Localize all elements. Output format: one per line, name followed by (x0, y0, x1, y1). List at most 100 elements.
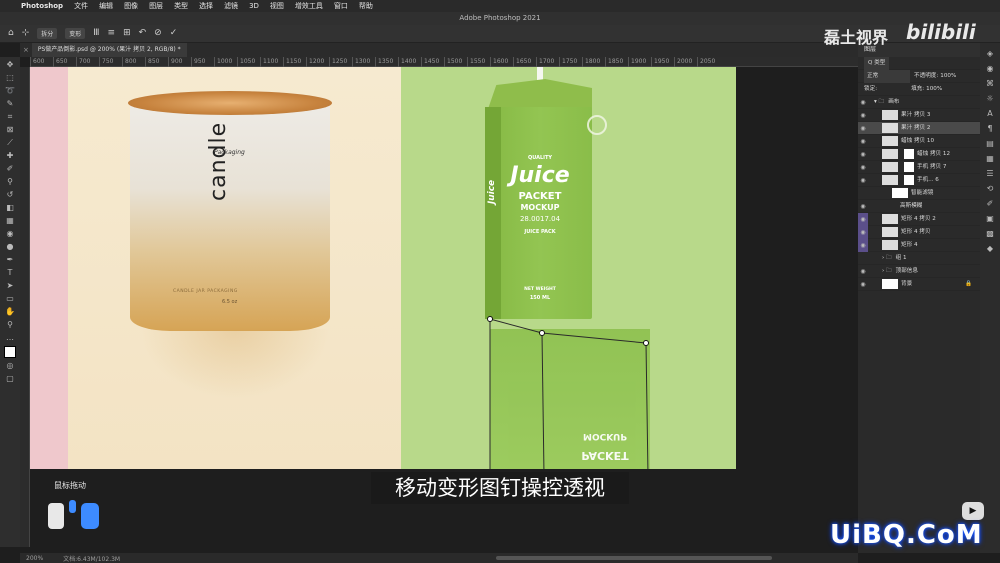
path-select-icon[interactable]: ➤ (7, 281, 14, 291)
menu-type[interactable]: 类型 (174, 1, 188, 11)
properties-icon[interactable]: ☰ (986, 169, 993, 178)
fill-value[interactable]: 100% (926, 83, 942, 96)
layer-row[interactable]: ◉ 手机 拷贝 7 (858, 161, 980, 174)
menu-layer[interactable]: 图层 (149, 1, 163, 11)
warp-pin-top-left[interactable] (487, 316, 493, 322)
layer-row[interactable]: ◉ 矩形 4 拷贝 2 (858, 212, 980, 226)
stamp-tool-icon[interactable]: ⚲ (7, 177, 13, 187)
eraser-icon[interactable]: ◧ (6, 203, 14, 213)
tool-preset-icon[interactable]: ⊹ (22, 29, 30, 38)
adjust-icon[interactable]: ☼ (986, 94, 993, 103)
dodge-icon[interactable]: ● (7, 242, 14, 252)
history-brush-icon[interactable]: ↺ (7, 190, 14, 200)
eye-icon[interactable]: ◉ (858, 225, 868, 239)
home-icon[interactable]: ⌂ (8, 29, 14, 38)
layer-row[interactable]: ◉ 蜡烛 拷贝 10 (858, 135, 980, 148)
move-tool-icon[interactable]: ✥ (7, 60, 14, 70)
marquee-tool-icon[interactable]: ⬚ (6, 73, 14, 83)
screen-mode-icon[interactable]: ▢ (6, 374, 14, 384)
eye-icon[interactable]: ◉ (858, 148, 868, 161)
close-tab-icon[interactable]: × (20, 46, 32, 54)
eye-icon[interactable]: ◉ (858, 238, 868, 252)
channels-icon[interactable]: ◉ (987, 64, 994, 73)
paths-icon[interactable]: ⌘ (986, 79, 994, 88)
layer-row[interactable]: ◉ › 🗀 顶部信息 (858, 265, 980, 278)
zoom-level[interactable]: 200% (26, 555, 43, 562)
healing-icon[interactable]: ✚ (7, 151, 14, 161)
menu-view[interactable]: 视图 (270, 1, 284, 11)
blur-icon[interactable]: ◉ (7, 229, 14, 239)
eye-icon[interactable]: ◉ (858, 135, 868, 148)
history-icon[interactable]: ⟲ (987, 184, 994, 193)
gradient-icon[interactable]: ▦ (6, 216, 14, 226)
layer-row[interactable]: ◉ 背景 🔒 (858, 278, 980, 291)
patterns-icon[interactable]: ▩ (986, 229, 994, 238)
eye-icon[interactable]: ◉ (858, 212, 868, 226)
eye-icon[interactable]: ◉ (858, 161, 868, 174)
frame-tool-icon[interactable]: ⊠ (7, 125, 14, 135)
layer-row[interactable]: ◉ ▾ 🗀 画布 (858, 96, 980, 109)
libraries-icon[interactable]: ▦ (986, 154, 994, 163)
warp-pin-top-right[interactable] (643, 340, 649, 346)
shapes-icon[interactable]: ◆ (987, 244, 993, 253)
grid-custom-icon[interactable]: ⊞ (123, 29, 131, 38)
grid-rows-icon[interactable]: ≡ (108, 29, 116, 38)
styles-icon[interactable]: ▤ (986, 139, 994, 148)
menu-plugins[interactable]: 增效工具 (295, 1, 323, 11)
color-swatch-icon[interactable] (4, 346, 16, 358)
reset-icon[interactable]: ↶ (139, 29, 147, 38)
app-menu[interactable]: Photoshop (21, 2, 63, 10)
warp-button[interactable]: 变形 (65, 28, 86, 39)
layer-row[interactable]: ◉ 矩形 4 (858, 238, 980, 252)
quick-select-icon[interactable]: ✎ (7, 99, 14, 109)
brush-tool-icon[interactable]: ✐ (7, 164, 14, 174)
zoom-tool-icon[interactable]: ⚲ (7, 320, 13, 330)
brushes-icon[interactable]: ✐ (987, 199, 994, 208)
layer-row[interactable]: ◉ 矩形 4 拷贝 (858, 225, 980, 239)
menu-window[interactable]: 窗口 (334, 1, 348, 11)
eye-icon[interactable]: ◉ (858, 265, 868, 278)
grid-icon[interactable]: Ⅲ (93, 29, 99, 38)
crop-tool-icon[interactable]: ⌗ (8, 112, 13, 122)
eye-icon[interactable]: ◉ (858, 174, 868, 187)
horizontal-scrollbar[interactable] (496, 556, 772, 560)
swatches-icon[interactable]: ▣ (986, 214, 994, 223)
document-tab[interactable]: PS做产品倒影.psd @ 200% (果汁 拷贝 2, RGB/8) * (31, 43, 187, 57)
warp-pin-top-mid[interactable] (539, 330, 545, 336)
pen-tool-icon[interactable]: ✒ (7, 255, 14, 265)
layers-panel-icon[interactable]: ◈ (987, 49, 993, 58)
eye-icon[interactable]: ◉ (858, 122, 868, 135)
menu-image[interactable]: 图像 (124, 1, 138, 11)
eye-icon[interactable]: ◉ (858, 109, 868, 122)
commit-icon[interactable]: ✓ (170, 29, 178, 38)
document-canvas[interactable]: Packaging candle CANDLE JAR PACKAGING 6.… (30, 67, 736, 469)
blend-mode-select[interactable]: 正常 (864, 69, 910, 83)
layer-row[interactable]: ◉ 果汁 拷贝 3 (858, 109, 980, 122)
menu-select[interactable]: 选择 (199, 1, 213, 11)
layer-row-selected[interactable]: ◉ 果汁 拷贝 2 (858, 122, 980, 135)
layer-row[interactable]: ◉ 高斯模糊 (858, 200, 980, 213)
layer-row[interactable]: ◉ 蜡烛 拷贝 12 (858, 148, 980, 161)
menu-3d[interactable]: 3D (249, 2, 259, 10)
cancel-icon[interactable]: ⊘ (154, 29, 162, 38)
opacity-value[interactable]: 100% (940, 70, 956, 83)
menu-help[interactable]: 帮助 (359, 1, 373, 11)
layer-row[interactable]: ◉ 手机... 6 (858, 174, 980, 187)
layer-kind-select[interactable]: Q 类型 (864, 56, 890, 70)
menu-edit[interactable]: 编辑 (99, 1, 113, 11)
shape-tool-icon[interactable]: ▭ (6, 294, 14, 304)
eye-icon[interactable]: ◉ (858, 96, 868, 109)
eye-icon[interactable]: ◉ (858, 200, 868, 213)
type-tool-icon[interactable]: T (8, 268, 13, 278)
layer-row[interactable]: › 🗀 组 1 (858, 252, 980, 265)
hand-tool-icon[interactable]: ✋ (5, 307, 15, 317)
layer-row[interactable]: 智能滤镜 (858, 187, 980, 200)
quick-mask-icon[interactable]: ◎ (7, 361, 14, 371)
paragraph-icon[interactable]: ¶ (987, 124, 992, 133)
play-icon[interactable]: ▶ (962, 502, 984, 520)
eye-icon[interactable]: ◉ (858, 278, 868, 291)
more-tools-icon[interactable]: … (6, 333, 14, 343)
doc-size[interactable]: 文档:6.43M/102.3M (63, 554, 120, 563)
text-panel-icon[interactable]: A (987, 109, 992, 118)
split-button[interactable]: 拆分 (37, 28, 58, 39)
